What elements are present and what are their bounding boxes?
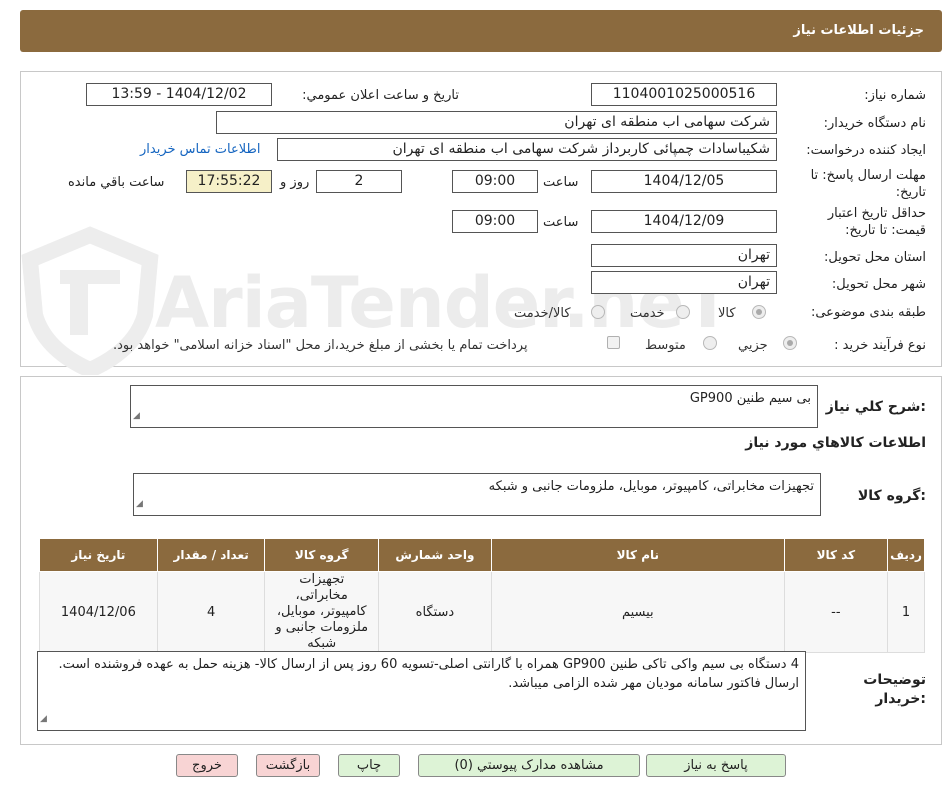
reply-button[interactable]: پاسخ به نياز [646,754,786,777]
goods-group-label: گروه کالا: [857,488,926,504]
back-button[interactable]: بازگشت [256,754,320,777]
deadline-date-field[interactable]: 1404/12/05 [591,170,777,193]
category-option-service: خدمت [630,306,665,321]
process-option-medium: متوسط [645,338,686,353]
category-radio-service[interactable] [676,305,690,319]
buyer-notes-text: 4 دستگاه بی سیم واکی تاکی طنین GP900 همر… [58,657,799,691]
deadline-label-line2: تاریخ: [895,185,926,200]
treasury-payment-checkbox[interactable] [607,336,620,349]
creator-field[interactable]: شکیباسادات چمپائی کاربرداز شرکت سهامی اب… [277,138,777,161]
buyer-contact-link[interactable]: اطلاعات تماس خريدار [140,142,260,157]
cell-unit: دستگاه [377,571,492,653]
city-label: شهر محل تحويل: [831,277,926,292]
province-label: استان محل تحويل: [824,250,926,265]
page-header: جزئیات اطلاعات نیاز [20,10,942,52]
deadline-time-label: ساعت [543,175,579,190]
category-option-goods: کالا [718,306,736,321]
col-header-group: گروه کالا [264,538,379,572]
days-field[interactable]: 2 [316,170,402,193]
process-radio-medium[interactable] [703,336,717,350]
process-radio-minor[interactable] [783,336,797,350]
col-header-code: کد کالا [783,538,889,572]
category-label: طبقه بندی موضوعی: [810,305,926,320]
summary-text: بی سیم طنین GP900 [689,391,811,406]
need-number-field[interactable]: 1104001025000516 [591,83,777,106]
process-label: نوع فرآيند خريد : [834,338,926,353]
validity-time-label: ساعت [543,215,579,230]
cell-date: 1404/12/06 [39,571,158,653]
buyer-label: نام دستگاه خريدار: [823,116,926,131]
cell-qty: 4 [156,571,266,653]
buyer-notes-label-line2: خريدار: [875,691,926,707]
creator-label: ايجاد کننده درخواست: [806,143,926,158]
table-row: 1 -- بیسیم دستگاه تجهیزات مخابراتی، کامپ… [39,571,925,653]
resize-grip-icon[interactable]: ◢ [133,407,140,426]
category-radio-goods-service[interactable] [591,305,605,319]
validity-label-line1: حداقل تاريخ اعتبار [827,206,926,221]
cell-code: -- [783,571,889,653]
category-radio-goods[interactable] [752,305,766,319]
validity-time-field[interactable]: 09:00 [452,210,538,233]
col-header-qty: تعداد / مقدار [156,538,266,572]
resize-grip-icon[interactable]: ◢ [40,710,47,729]
remaining-label: ساعت باقي مانده [68,175,165,190]
col-header-name: نام کالا [490,538,785,572]
buyer-notes-textarea[interactable]: 4 دستگاه بی سیم واکی تاکی طنین GP900 همر… [37,651,806,731]
col-header-unit: واحد شمارش [377,538,492,572]
announce-field[interactable]: 1404/12/02 - 13:59 [86,83,272,106]
validity-label-line2: قیمت: تا تاریخ: [845,223,926,238]
exit-button[interactable]: خروج [176,754,238,777]
process-option-minor: جزيي [738,338,768,353]
city-field[interactable]: تهران [591,271,777,294]
buyer-field[interactable]: شرکت سهامی اب منطقه ای تهران [216,111,777,134]
announce-label: تاریخ و ساعت اعلان عمومي: [302,88,459,103]
items-table: رديف کد کالا نام کالا واحد شمارش گروه کا… [39,538,925,653]
category-option-goods-service: کالا/خدمت [514,306,571,321]
col-header-date: تاريخ نياز [39,538,158,572]
col-header-row: رديف [887,538,925,572]
print-button[interactable]: چاپ [338,754,400,777]
goods-group-text: تجهیزات مخابراتی، کامپیوتر، موبایل، ملزو… [488,479,814,494]
remaining-time-field: 17:55:22 [186,170,272,193]
need-number-label: شماره نیاز: [864,88,926,103]
goods-section-title: اطلاعات کالاهاي مورد نياز [745,435,926,451]
deadline-label-line1: مهلت ارسال پاسخ: تا [810,168,926,183]
goods-group-textarea[interactable]: تجهیزات مخابراتی، کامپیوتر، موبایل، ملزو… [133,473,821,516]
province-field[interactable]: تهران [591,244,777,267]
resize-grip-icon[interactable]: ◢ [136,495,143,514]
treasury-payment-note: پرداخت تمام يا بخشی از مبلغ خريد،از محل … [113,338,528,353]
cell-index: 1 [887,571,925,653]
cell-group: تجهیزات مخابراتی، کامپیوتر، موبایل، ملزو… [264,571,379,653]
days-label: روز و [280,175,310,190]
summary-textarea[interactable]: بی سیم طنین GP900 ◢ [130,385,818,428]
validity-date-field[interactable]: 1404/12/09 [591,210,777,233]
view-attachments-button[interactable]: مشاهده مدارک پيوستي (0) [418,754,640,777]
summary-label: شرح کلي نياز: [825,399,926,415]
buyer-notes-label-line1: توضيحات [863,672,926,688]
deadline-time-field[interactable]: 09:00 [452,170,538,193]
items-table-header: رديف کد کالا نام کالا واحد شمارش گروه کا… [39,538,925,572]
cell-name: بیسیم [490,571,785,653]
page-title: جزئیات اطلاعات نیاز [793,23,924,38]
